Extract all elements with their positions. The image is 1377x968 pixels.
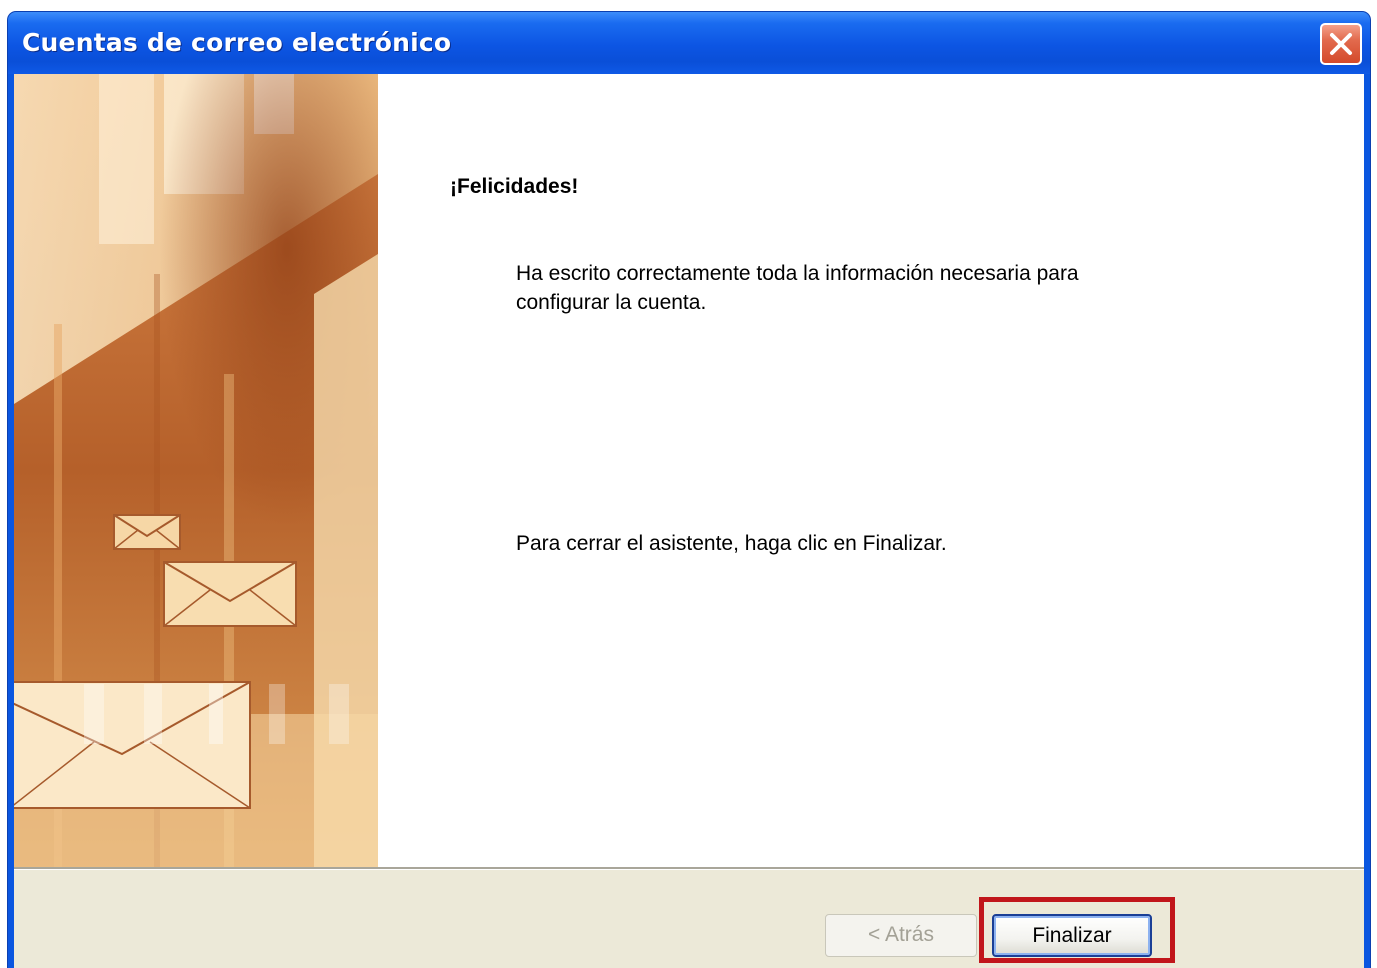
page-title: ¡Felicidades! xyxy=(450,175,579,198)
info-text: Ha escrito correctamente toda la informa… xyxy=(516,259,1216,317)
title-bar[interactable]: Cuentas de correo electrónico xyxy=(8,12,1370,74)
finish-button[interactable]: Finalizar xyxy=(992,914,1152,957)
info-text-line-1: Ha escrito correctamente toda la informa… xyxy=(516,262,1079,285)
close-button[interactable] xyxy=(1320,23,1362,65)
instruction-text: Para cerrar el asistente, haga clic en F… xyxy=(516,532,947,555)
envelope-icon xyxy=(163,561,297,627)
envelope-icon xyxy=(113,514,181,550)
window-title: Cuentas de correo electrónico xyxy=(22,28,452,57)
back-button[interactable]: < Atrás xyxy=(825,914,977,957)
wizard-banner-image xyxy=(14,74,378,867)
info-text-line-2: configurar la cuenta. xyxy=(516,291,707,314)
wizard-content: ¡Felicidades! Ha escrito correctamente t… xyxy=(378,74,1364,867)
button-bar: < Atrás Finalizar xyxy=(14,870,1364,968)
wizard-client-area: ¡Felicidades! Ha escrito correctamente t… xyxy=(14,74,1364,968)
close-icon xyxy=(1330,33,1352,55)
wizard-window: Cuentas de correo electrónico ¡Felicidad… xyxy=(8,12,1370,968)
